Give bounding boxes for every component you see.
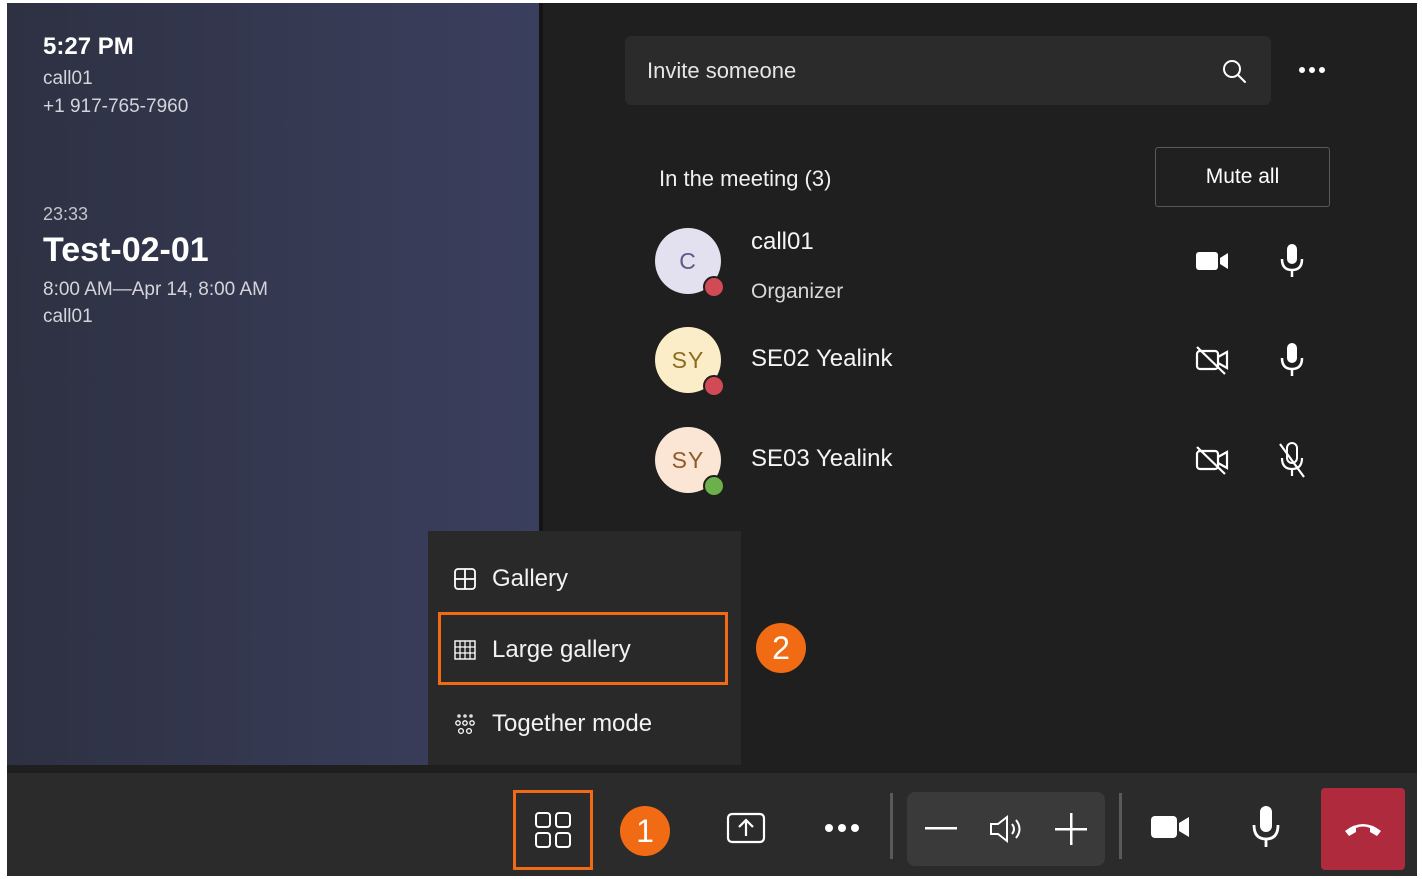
video-off-icon[interactable] xyxy=(1194,445,1230,475)
hang-up-button[interactable] xyxy=(1321,788,1405,870)
camera-button[interactable] xyxy=(1147,806,1193,848)
mute-all-button[interactable]: Mute all xyxy=(1155,147,1330,207)
layout-grid-icon xyxy=(535,812,571,848)
teams-room-call-screen: 5:27 PM call01 +1 917-765-7960 23:33 Tes… xyxy=(7,3,1417,876)
meeting-title: Test-02-01 xyxy=(43,231,209,269)
speaker-icon xyxy=(990,814,1021,844)
divider xyxy=(1119,793,1122,859)
speaker-button[interactable] xyxy=(984,809,1028,849)
microphone-icon[interactable] xyxy=(1278,242,1306,280)
highlight-large-gallery xyxy=(438,612,728,685)
microphone-button[interactable] xyxy=(1246,801,1286,853)
presence-busy-icon xyxy=(703,276,725,298)
participant-role: Organizer xyxy=(751,280,844,303)
meeting-organizer: call01 xyxy=(43,306,93,327)
participant-name: call01 xyxy=(751,228,814,255)
participants-header: In the meeting (3) xyxy=(659,166,832,191)
participant-name: SE03 Yealink xyxy=(751,445,893,472)
menu-item-gallery[interactable]: Gallery xyxy=(428,549,741,609)
minus-icon xyxy=(925,827,957,830)
volume-control xyxy=(907,792,1105,866)
invite-input[interactable] xyxy=(647,36,1207,105)
menu-item-together-mode[interactable]: Together mode xyxy=(428,694,741,754)
microphone-icon[interactable] xyxy=(1278,341,1306,379)
presence-busy-icon xyxy=(703,375,725,397)
divider xyxy=(890,793,893,859)
layout-button[interactable] xyxy=(513,790,593,870)
step-badge-2: 2 xyxy=(756,623,806,673)
more-actions-button[interactable] xyxy=(817,813,867,843)
volume-down-button[interactable] xyxy=(919,809,963,849)
invite-search-box[interactable] xyxy=(625,36,1271,105)
presence-available-icon xyxy=(703,475,725,497)
video-camera-icon xyxy=(1151,816,1189,838)
microphone-muted-icon[interactable] xyxy=(1278,441,1306,479)
gallery-grid-icon xyxy=(454,568,476,590)
participant-row[interactable]: SY SE02 Yealink xyxy=(655,327,1335,397)
menu-item-label: Together mode xyxy=(492,710,653,737)
plus-icon xyxy=(1055,813,1087,845)
video-on-icon[interactable] xyxy=(1194,246,1230,276)
call-control-bar: 1 xyxy=(7,773,1417,876)
more-options-icon[interactable] xyxy=(1292,55,1332,85)
caller-number: +1 917-765-7960 xyxy=(43,96,189,117)
participant-name: SE02 Yealink xyxy=(751,345,893,372)
microphone-icon xyxy=(1252,806,1280,847)
volume-up-button[interactable] xyxy=(1049,809,1093,849)
video-off-icon[interactable] xyxy=(1194,345,1230,375)
together-mode-icon xyxy=(455,714,475,735)
call-duration: 23:33 xyxy=(43,204,89,224)
share-screen-icon xyxy=(726,812,766,844)
clock: 5:27 PM xyxy=(43,33,134,60)
participant-row[interactable]: C call01 Organizer xyxy=(655,228,1335,303)
search-icon[interactable] xyxy=(1221,58,1247,84)
participant-row[interactable]: SY SE03 Yealink xyxy=(655,427,1335,497)
caller-name: call01 xyxy=(43,68,93,89)
share-content-button[interactable] xyxy=(721,803,771,853)
more-dots-icon xyxy=(825,824,833,832)
step-badge-1: 1 xyxy=(620,806,670,856)
hang-up-icon xyxy=(1345,824,1381,836)
meeting-time-range: 8:00 AM—Apr 14, 8:00 AM xyxy=(43,279,268,300)
menu-item-label: Gallery xyxy=(492,565,569,592)
